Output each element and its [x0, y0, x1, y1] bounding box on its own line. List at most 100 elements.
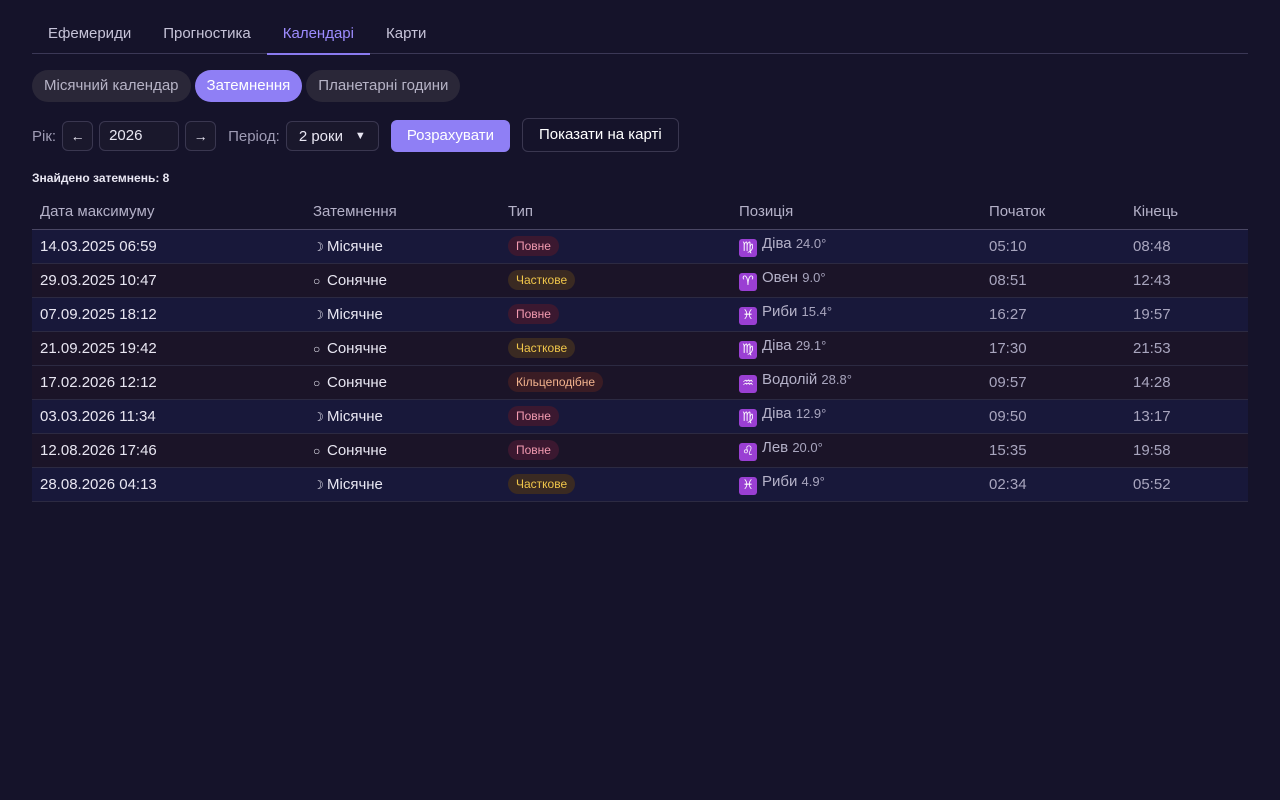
pisces-icon: ♓: [739, 307, 757, 325]
crescent-moon-icon: ☽: [313, 307, 324, 322]
cell-end: 19:57: [1125, 297, 1248, 332]
pisces-icon: ♓: [739, 477, 757, 495]
col-max-date[interactable]: Дата максимуму: [32, 195, 305, 230]
chevron-down-icon: ▼: [354, 130, 366, 142]
eclipse-kind: Сонячне: [327, 339, 388, 357]
cell-type: Часткове: [500, 467, 731, 502]
cell-max-date: 17.02.2026 12:12: [32, 365, 305, 400]
cell-start: 17:30: [981, 331, 1125, 366]
cell-end: 14:28: [1125, 365, 1248, 400]
cell-start: 15:35: [981, 433, 1125, 468]
cell-end: 05:52: [1125, 467, 1248, 502]
cell-max-date: 21.09.2025 19:42: [32, 331, 305, 366]
subtab-eclipses[interactable]: Затемнення: [194, 70, 303, 102]
table-row[interactable]: 12.08.2026 17:46 ○ Сонячне Повне ♌ Лев 20.0° 1…: [32, 433, 1248, 468]
subtab-planetary-hours[interactable]: Планетарні години: [306, 70, 461, 102]
cell-position: ♓ Риби 4.9°: [731, 467, 981, 502]
cell-start: 16:27: [981, 297, 1125, 332]
cell-type: Часткове: [500, 263, 731, 298]
tab-forecasting[interactable]: Прогностика: [147, 18, 267, 54]
tab-calendars[interactable]: Календарі: [266, 18, 371, 55]
year-input[interactable]: 2026: [99, 121, 180, 151]
type-badge: Часткове: [508, 270, 576, 290]
zodiac-sign: Діва: [762, 235, 792, 252]
cell-max-date: 07.09.2025 18:12: [32, 297, 305, 332]
table-row[interactable]: 21.09.2025 19:42 ○ Сонячне Часткове ♍ Діва 29…: [32, 331, 1248, 366]
zodiac-degree: 4.9°: [801, 474, 825, 489]
cell-end: 21:53: [1125, 331, 1248, 366]
table-row[interactable]: 17.02.2026 12:12 ○ Сонячне Кільцеподібне ♒ Во…: [32, 365, 1248, 400]
cell-position: ♍ Діва 29.1°: [731, 331, 981, 366]
type-badge: Часткове: [508, 338, 576, 358]
period-select-value: 2 роки: [298, 127, 343, 145]
cell-end: 12:43: [1125, 263, 1248, 298]
crescent-moon-icon: ☽: [313, 409, 324, 424]
crescent-moon-icon: ☽: [313, 477, 324, 492]
sun-circle-icon: ○: [313, 443, 321, 458]
cell-eclipse: ☽ Місячне: [305, 229, 500, 264]
eclipse-kind: Місячне: [327, 475, 383, 493]
arrow-left-icon: ←: [70, 128, 85, 144]
next-year-button[interactable]: →: [185, 121, 217, 151]
table-row[interactable]: 07.09.2025 18:12 ☽ Місячне Повне ♓ Риби 15.4°…: [32, 297, 1248, 332]
cell-position: ♈ Овен 9.0°: [731, 263, 981, 298]
cell-end: 08:48: [1125, 229, 1248, 264]
cell-position: ♓ Риби 15.4°: [731, 297, 981, 332]
eclipse-kind: Сонячне: [327, 373, 388, 391]
calculate-button[interactable]: Розрахувати: [390, 120, 510, 152]
zodiac-sign: Водолій: [762, 371, 818, 388]
show-on-map-button[interactable]: Показати на карті: [521, 118, 679, 152]
cell-eclipse: ○ Сонячне: [305, 263, 500, 298]
cell-type: Повне: [500, 399, 731, 434]
cell-start: 09:57: [981, 365, 1125, 400]
type-badge: Повне: [508, 440, 559, 460]
table-row[interactable]: 29.03.2025 10:47 ○ Сонячне Часткове ♈ Овен 9.…: [32, 263, 1248, 298]
leo-icon: ♌: [739, 443, 757, 461]
virgo-icon: ♍: [739, 239, 757, 257]
zodiac-sign: Діва: [762, 405, 792, 422]
col-eclipse[interactable]: Затемнення: [305, 195, 500, 230]
col-end[interactable]: Кінець: [1125, 195, 1248, 230]
period-label: Період:: [228, 127, 280, 145]
prev-year-button[interactable]: ←: [62, 121, 94, 151]
cell-type: Повне: [500, 229, 731, 264]
arrow-right-icon: →: [193, 128, 208, 144]
col-type[interactable]: Тип: [500, 195, 731, 230]
eclipse-kind: Сонячне: [327, 441, 388, 459]
cell-type: Кільцеподібне: [500, 365, 731, 400]
eclipse-kind: Місячне: [327, 237, 383, 255]
cell-eclipse: ☽ Місячне: [305, 467, 500, 502]
zodiac-degree: 24.0°: [795, 236, 827, 251]
cell-eclipse: ○ Сонячне: [305, 433, 500, 468]
type-badge: Кільцеподібне: [508, 372, 604, 392]
zodiac-degree: 29.1°: [795, 338, 827, 353]
eclipse-kind: Місячне: [327, 305, 383, 323]
cell-max-date: 14.03.2025 06:59: [32, 229, 305, 264]
table-row[interactable]: 28.08.2026 04:13 ☽ Місячне Часткове ♓ Риби 4.…: [32, 467, 1248, 502]
cell-start: 09:50: [981, 399, 1125, 434]
tab-ephemerides[interactable]: Ефемериди: [32, 18, 147, 54]
col-start[interactable]: Початок: [981, 195, 1125, 230]
zodiac-sign: Діва: [762, 337, 792, 354]
zodiac-degree: 15.4°: [801, 304, 833, 319]
eclipse-kind: Місячне: [327, 407, 383, 425]
zodiac-degree: 12.9°: [795, 406, 827, 421]
aquarius-icon: ♒: [739, 375, 757, 393]
cell-type: Повне: [500, 433, 731, 468]
subtab-lunar-calendar[interactable]: Місячний календар: [32, 70, 191, 102]
table-row[interactable]: 14.03.2025 06:59 ☽ Місячне Повне ♍ Діва 24.0°…: [32, 229, 1248, 264]
zodiac-sign: Лев: [762, 439, 789, 456]
zodiac-degree: 28.8°: [821, 372, 852, 387]
tab-maps[interactable]: Карти: [370, 18, 442, 54]
table-row[interactable]: 03.03.2026 11:34 ☽ Місячне Повне ♍ Діва 12.9°…: [32, 399, 1248, 434]
zodiac-sign: Риби: [762, 303, 798, 320]
cell-max-date: 03.03.2026 11:34: [32, 399, 305, 434]
calendar-subtabs: Місячний календар Затемнення Планетарні …: [32, 70, 461, 102]
col-position[interactable]: Позиція: [731, 195, 981, 230]
cell-max-date: 29.03.2025 10:47: [32, 263, 305, 298]
zodiac-degree: 9.0°: [802, 270, 826, 285]
virgo-icon: ♍: [739, 409, 757, 427]
period-select[interactable]: 2 роки ▼: [285, 121, 379, 151]
sun-circle-icon: ○: [313, 375, 321, 390]
crescent-moon-icon: ☽: [313, 239, 324, 254]
